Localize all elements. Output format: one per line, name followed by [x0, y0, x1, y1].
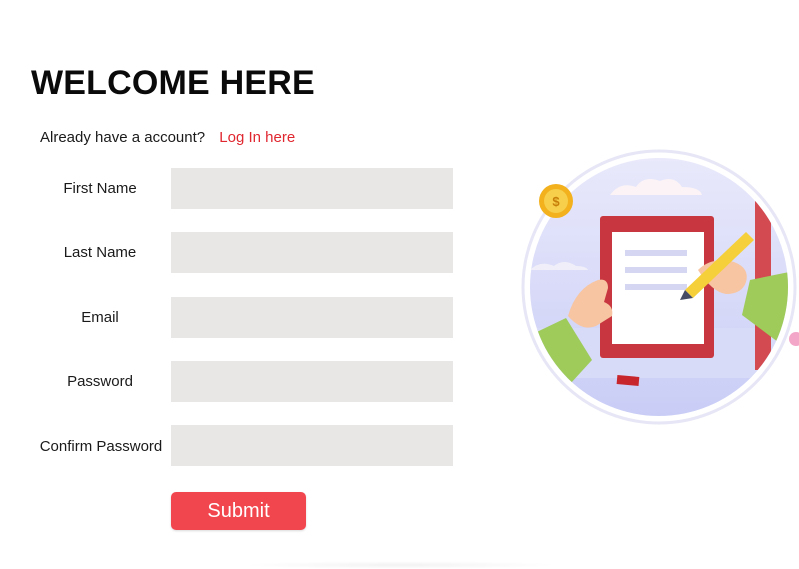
email-label: Email — [81, 309, 119, 326]
submit-button[interactable]: Submit — [171, 492, 306, 530]
page-title: WELCOME HERE — [31, 64, 315, 102]
floor-marker — [616, 375, 640, 386]
login-link[interactable]: Log In here — [219, 129, 295, 146]
email-field[interactable] — [171, 297, 453, 338]
first-name-label: First Name — [63, 180, 137, 197]
password-field[interactable] — [171, 361, 453, 402]
document-line — [625, 267, 687, 273]
signing-document-illustration: $ — [520, 140, 799, 430]
login-question-text: Already have a account? — [40, 129, 206, 146]
last-name-field[interactable] — [171, 232, 453, 273]
document-line — [625, 284, 687, 290]
password-label: Password — [67, 373, 133, 390]
pink-dot — [789, 332, 799, 346]
confirm-password-label: Confirm Password — [39, 438, 163, 455]
coin-symbol: $ — [552, 194, 560, 209]
confirm-password-field[interactable] — [171, 425, 453, 466]
login-prompt: Already have a account? Log In here — [40, 128, 295, 148]
first-name-field[interactable] — [171, 168, 453, 209]
document-line — [625, 250, 687, 256]
illustration-svg: $ — [521, 149, 799, 425]
last-name-label: Last Name — [63, 244, 137, 261]
bottom-shadow — [240, 561, 560, 569]
